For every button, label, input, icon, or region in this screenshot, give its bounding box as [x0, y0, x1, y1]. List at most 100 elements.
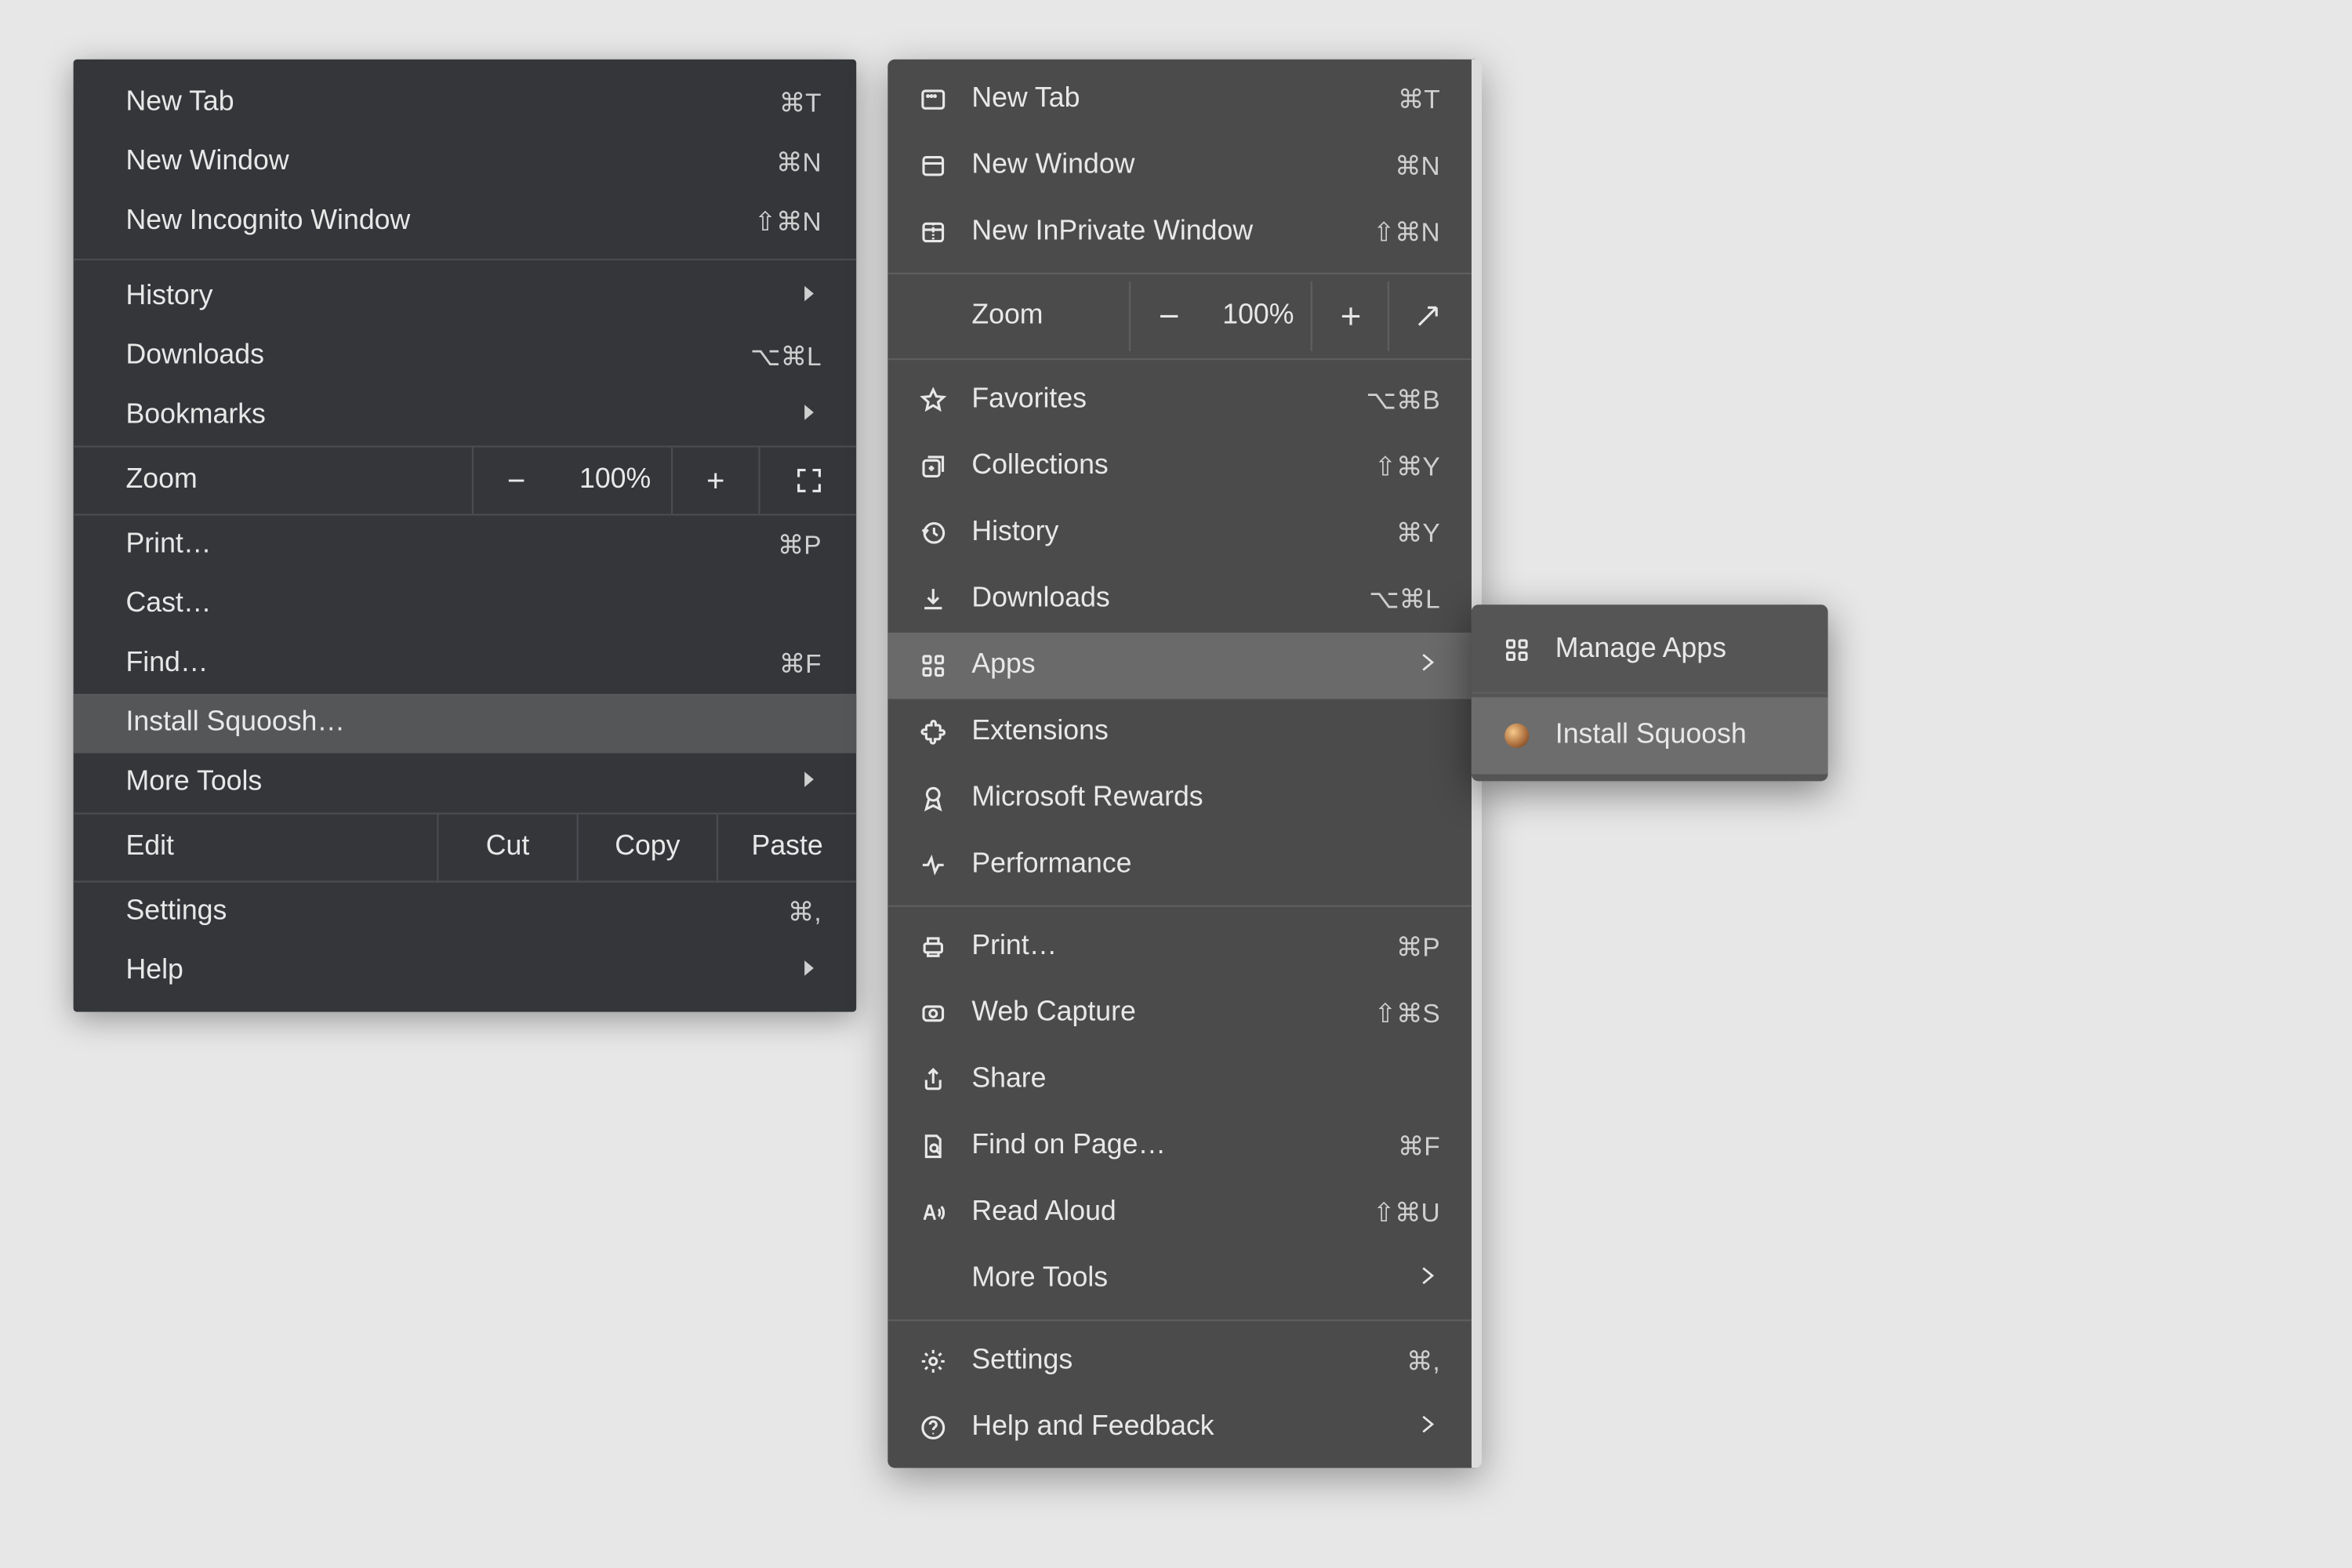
- edge-share[interactable]: Share: [887, 1047, 1471, 1113]
- chrome-new-tab-label: New Tab: [125, 87, 758, 118]
- chrome-new-window[interactable]: New Window ⌘N: [74, 132, 857, 192]
- chrome-bookmarks[interactable]: Bookmarks: [74, 387, 857, 446]
- fullscreen-icon: [794, 466, 822, 495]
- edge-history-shortcut: ⌘Y: [1396, 517, 1440, 549]
- edge-extensions-label: Extensions: [971, 717, 1439, 748]
- chrome-downloads[interactable]: Downloads ⌥⌘L: [74, 327, 857, 387]
- performance-icon: [916, 851, 951, 880]
- new-tab-icon: [916, 85, 951, 114]
- edge-downloads[interactable]: Downloads ⌥⌘L: [887, 566, 1471, 633]
- divider: [887, 273, 1471, 274]
- chrome-zoom-plus[interactable]: +: [671, 448, 758, 514]
- edge-new-tab[interactable]: New Tab ⌘T: [887, 67, 1471, 133]
- edge-new-window-shortcut: ⌘N: [1395, 151, 1440, 182]
- chrome-new-incognito-shortcut: ⇧⌘N: [754, 206, 822, 238]
- expand-icon: [1413, 303, 1441, 331]
- chrome-cast[interactable]: Cast…: [74, 575, 857, 634]
- edge-performance[interactable]: Performance: [887, 832, 1471, 898]
- divider: [1472, 692, 1828, 694]
- chrome-new-incognito-window[interactable]: New Incognito Window ⇧⌘N: [74, 192, 857, 252]
- chevron-right-icon: [1415, 1411, 1439, 1444]
- chrome-install-squoosh[interactable]: Install Squoosh…: [74, 694, 857, 753]
- extension-icon: [916, 718, 951, 746]
- edge-help-and-feedback[interactable]: Help and Feedback: [887, 1395, 1471, 1461]
- edge-settings-label: Settings: [971, 1345, 1385, 1377]
- find-on-page-icon: [916, 1132, 951, 1160]
- edge-print-shortcut: ⌘P: [1396, 931, 1440, 963]
- edge-new-tab-shortcut: ⌘T: [1398, 84, 1440, 115]
- apps-icon: [1499, 636, 1534, 664]
- edge-find-shortcut: ⌘F: [1398, 1131, 1440, 1162]
- chrome-cast-label: Cast…: [125, 589, 821, 620]
- chrome-history[interactable]: History: [74, 267, 857, 327]
- edge-apps-submenu[interactable]: Manage Apps Install Squoosh: [1472, 604, 1828, 781]
- edge-microsoft-rewards[interactable]: Microsoft Rewards: [887, 765, 1471, 832]
- edge-menu[interactable]: New Tab ⌘T New Window ⌘N New InPrivate W…: [887, 60, 1482, 1468]
- edge-new-window[interactable]: New Window ⌘N: [887, 132, 1471, 199]
- edge-print[interactable]: Print… ⌘P: [887, 914, 1471, 981]
- edge-new-inprivate-label: New InPrivate Window: [971, 216, 1352, 248]
- chrome-print[interactable]: Print… ⌘P: [74, 516, 857, 575]
- chrome-edit-cut[interactable]: Cut: [437, 815, 576, 881]
- edge-zoom-plus[interactable]: [1311, 281, 1388, 351]
- history-icon: [916, 519, 951, 547]
- edge-read-aloud-label: Read Aloud: [971, 1197, 1352, 1229]
- edge-find-label: Find on Page…: [971, 1131, 1377, 1162]
- rewards-icon: [916, 785, 951, 813]
- chrome-find[interactable]: Find… ⌘F: [74, 634, 857, 694]
- edge-web-capture-label: Web Capture: [971, 998, 1353, 1029]
- edge-apps[interactable]: Apps: [887, 633, 1471, 699]
- edge-web-capture[interactable]: Web Capture ⇧⌘S: [887, 980, 1471, 1047]
- edge-extensions[interactable]: Extensions: [887, 699, 1471, 766]
- edge-zoom-label: Zoom: [971, 300, 1129, 332]
- edge-fullscreen[interactable]: [1388, 281, 1465, 351]
- chrome-zoom-row: Zoom − 100% +: [74, 445, 857, 515]
- apps-icon: [916, 652, 951, 680]
- squoosh-app-icon: [1499, 724, 1534, 748]
- edge-history[interactable]: History ⌘Y: [887, 499, 1471, 566]
- inprivate-icon: [916, 219, 951, 247]
- star-icon: [916, 387, 951, 415]
- edge-rewards-label: Microsoft Rewards: [971, 783, 1439, 815]
- chrome-edit-paste[interactable]: Paste: [717, 815, 856, 881]
- edge-install-squoosh[interactable]: Install Squoosh: [1472, 697, 1828, 774]
- chrome-settings-label: Settings: [125, 896, 767, 927]
- collections-icon: [916, 452, 951, 481]
- edge-collections[interactable]: Collections ⇧⌘Y: [887, 434, 1471, 500]
- edge-collections-label: Collections: [971, 451, 1353, 482]
- edge-share-label: Share: [971, 1064, 1439, 1095]
- chrome-new-tab[interactable]: New Tab ⌘T: [74, 74, 857, 133]
- edge-find-on-page[interactable]: Find on Page… ⌘F: [887, 1113, 1471, 1180]
- edge-manage-apps[interactable]: Manage Apps: [1472, 612, 1828, 688]
- divider: [887, 358, 1471, 360]
- chrome-edit-label: Edit: [74, 815, 437, 881]
- edge-collections-shortcut: ⇧⌘Y: [1374, 451, 1440, 482]
- plus-icon: +: [706, 463, 724, 499]
- chrome-more-tools[interactable]: More Tools: [74, 753, 857, 813]
- edge-new-inprivate-window[interactable]: New InPrivate Window ⇧⌘N: [887, 199, 1471, 266]
- chevron-right-icon: [797, 281, 821, 314]
- edge-new-window-label: New Window: [971, 151, 1374, 182]
- chrome-settings[interactable]: Settings ⌘,: [74, 883, 857, 942]
- edge-read-aloud[interactable]: Read Aloud ⇧⌘U: [887, 1180, 1471, 1247]
- edge-settings[interactable]: Settings ⌘,: [887, 1328, 1471, 1395]
- chrome-help[interactable]: Help: [74, 942, 857, 1001]
- chrome-fullscreen[interactable]: [758, 448, 856, 514]
- chevron-right-icon: [797, 766, 821, 799]
- edge-zoom-value: 100%: [1206, 300, 1311, 332]
- chrome-print-shortcut: ⌘P: [778, 529, 822, 561]
- chrome-edit-copy[interactable]: Copy: [577, 815, 717, 881]
- chrome-zoom-minus[interactable]: −: [472, 448, 559, 514]
- edge-print-label: Print…: [971, 931, 1375, 963]
- edge-zoom-minus[interactable]: [1129, 281, 1206, 351]
- edge-web-capture-shortcut: ⇧⌘S: [1374, 998, 1440, 1029]
- chrome-help-label: Help: [125, 956, 775, 987]
- plus-icon: [1336, 303, 1364, 331]
- edge-favorites[interactable]: Favorites ⌥⌘B: [887, 367, 1471, 434]
- edge-more-tools[interactable]: More Tools: [887, 1246, 1471, 1312]
- edge-performance-label: Performance: [971, 849, 1439, 880]
- chrome-downloads-shortcut: ⌥⌘L: [750, 341, 822, 372]
- chrome-menu[interactable]: New Tab ⌘T New Window ⌘N New Incognito W…: [74, 60, 857, 1012]
- edge-downloads-shortcut: ⌥⌘L: [1369, 583, 1440, 615]
- edge-favorites-shortcut: ⌥⌘B: [1366, 384, 1439, 416]
